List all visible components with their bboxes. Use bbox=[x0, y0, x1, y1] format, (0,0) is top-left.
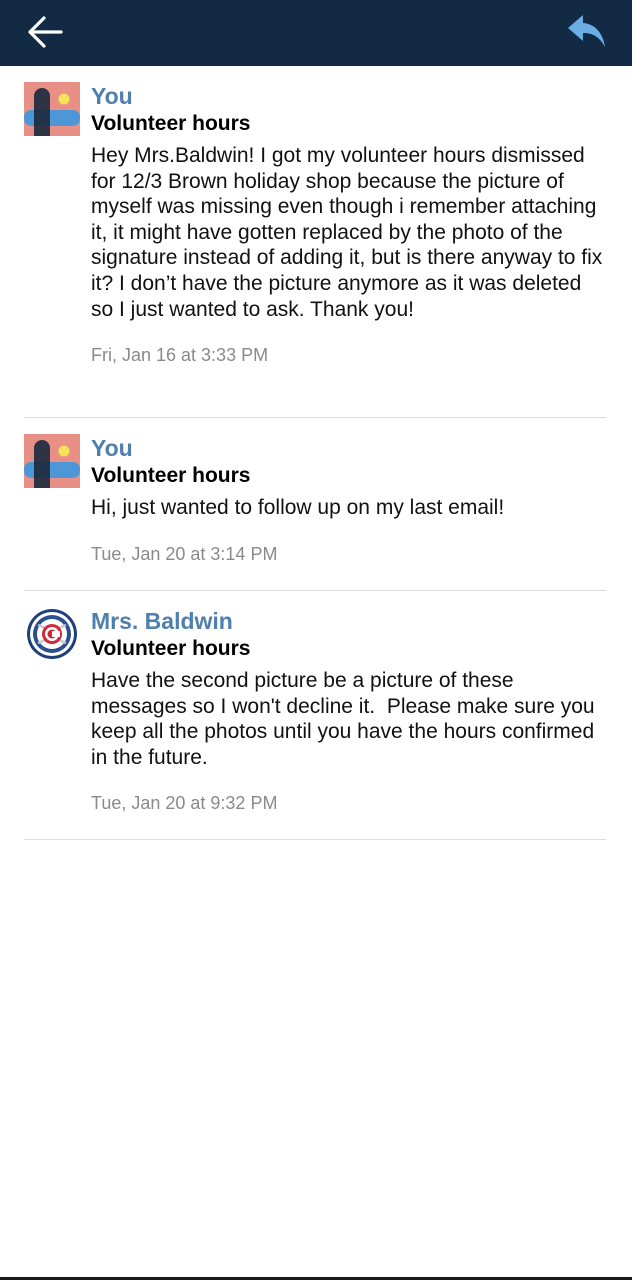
arrow-left-icon bbox=[28, 16, 63, 48]
message-date: Tue, Jan 20 at 9:32 PM bbox=[91, 793, 278, 814]
message-body: Hey Mrs.Baldwin! I got my volunteer hour… bbox=[91, 144, 609, 321]
message-body: Hi, just wanted to follow up on my last … bbox=[91, 496, 505, 519]
sender-name: You bbox=[91, 83, 133, 109]
message-date: Tue, Jan 20 at 3:14 PM bbox=[91, 543, 278, 564]
message-item[interactable]: You Volunteer hours Hi, just wanted to f… bbox=[24, 418, 606, 591]
sender-name: You bbox=[91, 435, 133, 461]
user-avatar bbox=[24, 82, 80, 136]
reply-button[interactable] bbox=[564, 10, 610, 54]
user-avatar bbox=[24, 434, 80, 488]
top-app-bar bbox=[0, 0, 632, 66]
message-item[interactable]: You Volunteer hours Hey Mrs.Baldwin! I g… bbox=[24, 66, 606, 418]
message-item[interactable]: Mrs. Baldwin Volunteer hours Have the se… bbox=[24, 591, 606, 840]
sender-name: Mrs. Baldwin bbox=[91, 608, 233, 634]
message-subject: Volunteer hours bbox=[91, 464, 251, 487]
reply-icon bbox=[568, 15, 605, 47]
message-body: Have the second picture be a picture of … bbox=[91, 669, 601, 769]
message-date: Fri, Jan 16 at 3:33 PM bbox=[91, 345, 269, 366]
cubs-logo-avatar bbox=[24, 607, 80, 661]
message-subject: Volunteer hours bbox=[91, 112, 251, 135]
message-thread: You Volunteer hours Hey Mrs.Baldwin! I g… bbox=[0, 66, 632, 840]
back-button[interactable] bbox=[22, 10, 68, 54]
message-subject: Volunteer hours bbox=[91, 637, 251, 660]
